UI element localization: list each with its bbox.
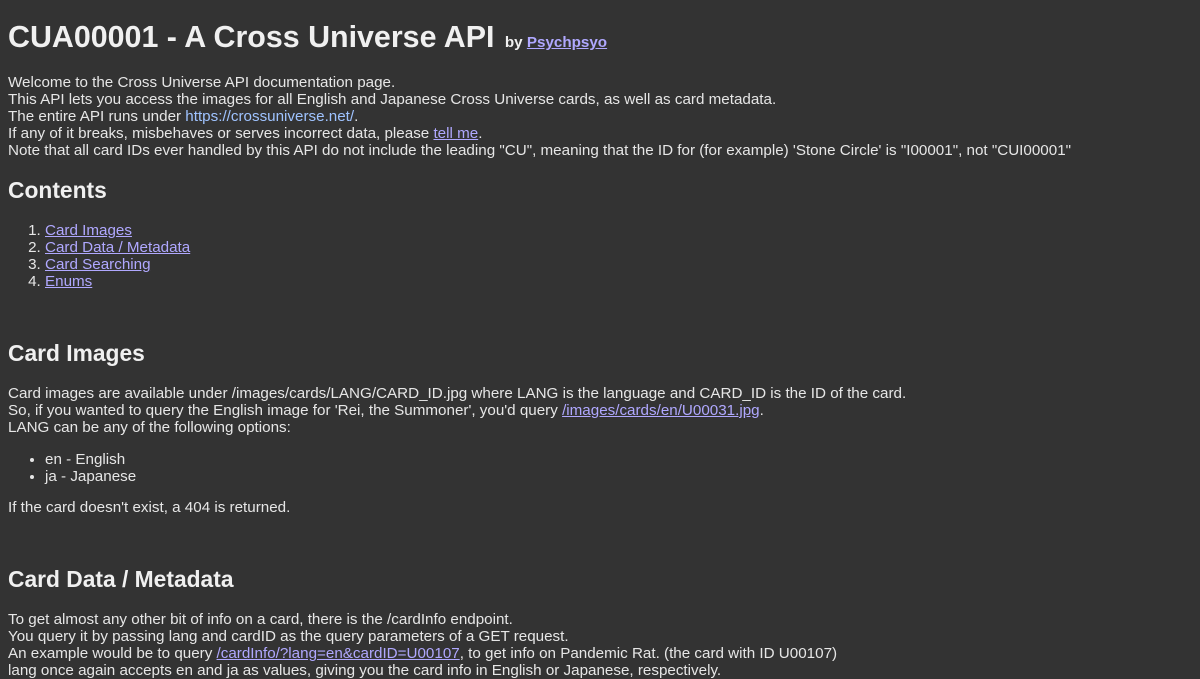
intro-line: Note that all card IDs ever handled by t… — [8, 142, 1072, 159]
card-images-line: LANG can be any of the following options… — [8, 419, 291, 436]
page-title: CUA00001 - A Cross Universe API by Psych… — [8, 20, 607, 60]
author-link[interactable]: Psychpsyo — [527, 34, 607, 51]
intro-text: If any of it breaks, misbehaves or serve… — [8, 125, 434, 142]
intro-line: The entire API runs under https://crossu… — [8, 108, 1071, 125]
card-data-heading: Card Data / Metadata — [8, 566, 234, 592]
card-data-paragraph: To get almost any other bit of info on a… — [8, 611, 837, 679]
card-images-text: . — [759, 402, 764, 419]
contents-item: Card Searching — [45, 256, 190, 273]
card-data-text: , to get info on Pandemic Rat. (the card… — [459, 645, 838, 662]
tell-me-link[interactable]: tell me — [433, 125, 478, 142]
not-found-note: If the card doesn't exist, a 404 is retu… — [8, 499, 290, 516]
byline-prefix: by — [504, 34, 523, 51]
base-url-link[interactable]: https://crossuniverse.net/ — [185, 108, 354, 125]
intro-paragraph: Welcome to the Cross Universe API docume… — [8, 74, 1071, 159]
language-options-list: en - English ja - Japanese — [8, 451, 136, 485]
card-data-text: An example would be to query — [8, 645, 217, 662]
contents-item: Enums — [45, 273, 190, 290]
contents-link-card-data[interactable]: Card Data / Metadata — [45, 239, 190, 256]
intro-text: . — [478, 125, 483, 142]
contents-heading: Contents — [8, 177, 107, 203]
card-images-line: So, if you wanted to query the English i… — [8, 402, 906, 419]
contents-link-enums[interactable]: Enums — [45, 273, 92, 290]
language-option: en - English — [45, 451, 136, 468]
example-image-link[interactable]: /images/cards/en/U00031.jpg — [562, 402, 760, 419]
language-option: ja - Japanese — [45, 468, 136, 485]
example-cardinfo-link[interactable]: /cardInfo/?lang=en&cardID=U00107 — [217, 645, 460, 662]
card-images-heading: Card Images — [8, 340, 145, 366]
card-data-line: To get almost any other bit of info on a… — [8, 611, 513, 628]
card-images-line: Card images are available under /images/… — [8, 385, 907, 402]
contents-list: Card Images Card Data / Metadata Card Se… — [8, 222, 190, 290]
intro-text: . — [354, 108, 359, 125]
card-images-text: So, if you wanted to query the English i… — [8, 402, 563, 419]
intro-text: The entire API runs under — [8, 108, 186, 125]
intro-line: Welcome to the Cross Universe API docume… — [8, 74, 396, 91]
contents-link-card-searching[interactable]: Card Searching — [45, 256, 151, 273]
intro-line: This API lets you access the images for … — [8, 91, 777, 108]
card-data-line: lang once again accepts en and ja as val… — [8, 662, 722, 679]
page-title-text: CUA00001 - A Cross Universe API — [8, 20, 495, 54]
intro-line: If any of it breaks, misbehaves or serve… — [8, 125, 1071, 142]
card-images-paragraph: Card images are available under /images/… — [8, 385, 906, 436]
contents-link-card-images[interactable]: Card Images — [45, 222, 132, 239]
card-data-line: You query it by passing lang and cardID … — [8, 628, 569, 645]
not-found-text: If the card doesn't exist, a 404 is retu… — [8, 499, 291, 516]
author-byline: by Psychpsyo — [505, 34, 607, 51]
contents-item: Card Images — [45, 222, 190, 239]
contents-item: Card Data / Metadata — [45, 239, 190, 256]
card-data-line: An example would be to query /cardInfo/?… — [8, 645, 837, 662]
